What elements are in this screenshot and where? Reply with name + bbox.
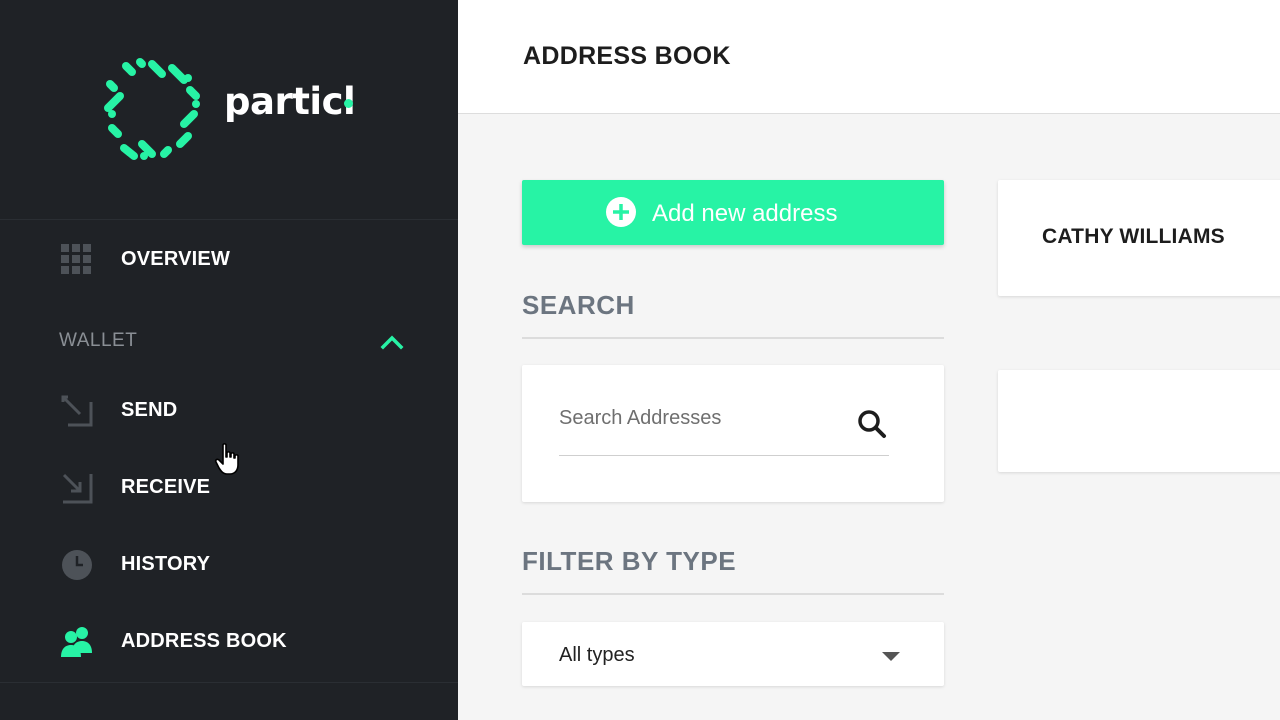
add-new-address-button[interactable]: Add new address — [522, 180, 944, 245]
search-heading: SEARCH — [522, 290, 635, 320]
clock-icon — [62, 550, 92, 580]
search-icon[interactable] — [857, 409, 887, 439]
grid-icon — [61, 244, 91, 274]
page-header: ADDRESS BOOK — [458, 0, 1280, 114]
heading-divider — [522, 337, 944, 339]
sidebar-divider — [0, 682, 458, 683]
contact-name: CATHY WILLIAMS — [1042, 225, 1225, 248]
plus-circle-icon — [606, 197, 636, 227]
wallet-section-label: WALLET — [59, 330, 138, 351]
sidebar-item-label: ADDRESS BOOK — [121, 630, 287, 652]
contact-card[interactable]: CATHY WILLIAMS — [998, 180, 1280, 296]
brand-dot — [344, 99, 353, 108]
brand-logo[interactable]: particl — [100, 56, 360, 166]
sidebar-item-label: SEND — [121, 399, 178, 421]
chevron-up-icon[interactable] — [378, 328, 406, 356]
sidebar-item-overview[interactable]: OVERVIEW — [0, 229, 458, 289]
sidebar-item-address-book[interactable]: ADDRESS BOOK — [0, 611, 458, 671]
page-title: ADDRESS BOOK — [523, 42, 731, 70]
search-underline — [559, 455, 889, 456]
add-button-label: Add new address — [652, 200, 838, 227]
sidebar: particl OVERVIEW WALLET SEND RECEIVE HIS… — [0, 0, 458, 720]
brand-name: particl — [224, 80, 356, 123]
contact-detail-card — [998, 370, 1280, 472]
send-arrow-icon — [61, 395, 93, 427]
sidebar-item-label: HISTORY — [121, 553, 211, 575]
receive-arrow-icon — [62, 473, 93, 504]
sidebar-item-history[interactable]: HISTORY — [0, 534, 458, 594]
contacts-icon — [61, 627, 92, 657]
search-input[interactable] — [559, 407, 839, 430]
sidebar-item-label: OVERVIEW — [121, 248, 231, 270]
type-filter-select[interactable]: All types — [522, 622, 944, 686]
heading-divider — [522, 593, 944, 595]
caret-down-icon — [882, 652, 900, 661]
particl-logo-icon — [104, 58, 200, 160]
filter-heading: FILTER BY TYPE — [522, 546, 737, 576]
sidebar-item-label: RECEIVE — [121, 476, 211, 498]
sidebar-item-send[interactable]: SEND — [0, 380, 458, 440]
search-card — [522, 365, 944, 502]
sidebar-divider — [0, 219, 458, 220]
sidebar-item-receive[interactable]: RECEIVE — [0, 457, 458, 517]
type-filter-value: All types — [559, 644, 635, 666]
